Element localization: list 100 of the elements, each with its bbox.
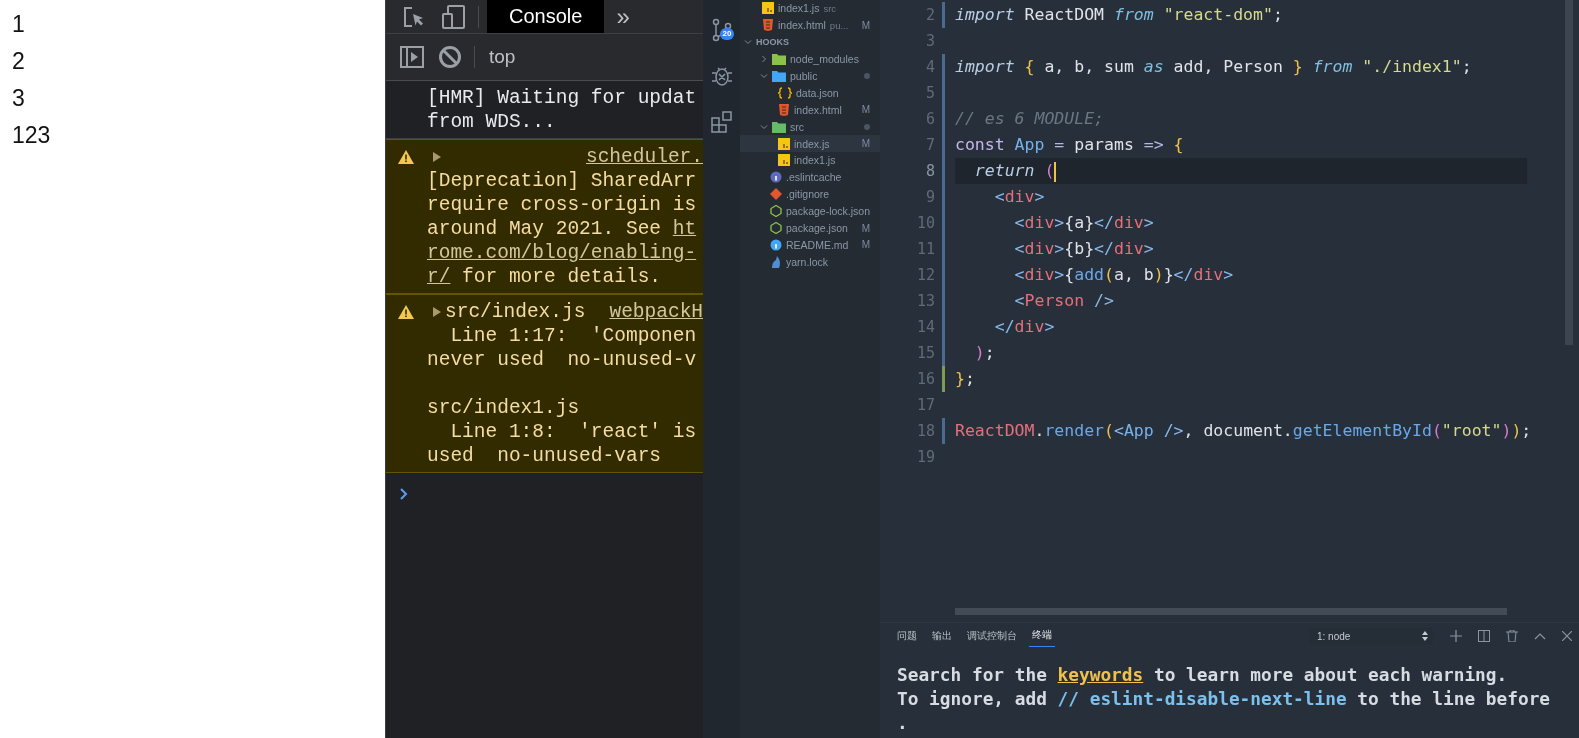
code-token: } xyxy=(1163,265,1174,284)
terminal-select[interactable]: 1: node xyxy=(1309,627,1433,645)
line-number: 8 xyxy=(924,162,935,180)
code-token: const xyxy=(955,135,1005,154)
panel-tab[interactable]: 调试控制台 xyxy=(964,625,1020,647)
line-number: 12 xyxy=(915,266,935,284)
line-number: 15 xyxy=(915,344,935,362)
code-token: import xyxy=(955,5,1015,24)
device-icon[interactable] xyxy=(442,4,466,29)
extensions-icon[interactable] xyxy=(709,110,734,134)
horizontal-scrollbar[interactable] xyxy=(955,608,1507,615)
terminal-text: . xyxy=(897,712,908,733)
code-token: "react-dom" xyxy=(1162,5,1273,24)
split-icon[interactable] xyxy=(1478,630,1490,642)
code-token: > xyxy=(1044,317,1055,336)
file-tree-item[interactable]: yarn.lock xyxy=(740,253,880,271)
code-token: < xyxy=(1013,239,1025,258)
message-text: [Deprecation] SharedArr xyxy=(427,170,697,192)
code-token: "./index1" xyxy=(1361,57,1462,76)
terminal-link[interactable]: keywords xyxy=(1057,664,1144,685)
modified-status: M xyxy=(861,104,870,116)
code-token: > xyxy=(1223,265,1234,284)
source-link[interactable]: scheduler. xyxy=(585,145,703,169)
file-tree-item[interactable]: index.js M xyxy=(740,135,880,152)
code-token: a, b, sum xyxy=(1043,57,1135,76)
expand-triangle-icon[interactable] xyxy=(433,307,441,317)
panel-tab[interactable]: 输出 xyxy=(929,625,955,647)
page-text: 3 xyxy=(12,84,25,113)
close-icon[interactable] xyxy=(1562,631,1572,641)
context-selector[interactable]: top xyxy=(489,46,516,68)
bug-icon[interactable] xyxy=(709,64,734,88)
file-tree-item[interactable]: index.html M xyxy=(740,101,880,119)
console-tab[interactable]: Console xyxy=(487,0,605,33)
info-icon xyxy=(770,238,782,251)
code-token: ) xyxy=(1153,265,1164,284)
code-token: div xyxy=(1024,213,1055,232)
code-token: App xyxy=(1013,135,1045,154)
code-token: </ xyxy=(1173,265,1194,284)
code-token: div xyxy=(1024,265,1055,284)
plus-icon[interactable] xyxy=(1450,630,1462,642)
code-token: } xyxy=(1292,57,1303,76)
file-tree-item[interactable]: package.json M xyxy=(740,219,880,237)
file-tree-item[interactable]: .eslintcache xyxy=(740,168,880,186)
line-number: 13 xyxy=(915,292,935,310)
panel-tab[interactable]: 终端 xyxy=(1029,625,1055,647)
code-token: ) xyxy=(1511,421,1522,440)
chevron-up-icon[interactable] xyxy=(1534,632,1546,640)
panel-tab[interactable]: 问题 xyxy=(894,625,920,647)
file-tree-item[interactable]: index1.js xyxy=(740,152,880,169)
file-tree-item[interactable]: package-lock.json xyxy=(740,202,880,220)
page-text: 2 xyxy=(12,47,25,76)
code-token: getElementById xyxy=(1292,421,1432,440)
code-token: } xyxy=(955,369,965,388)
file-tree-item[interactable]: public xyxy=(740,67,880,85)
expand-triangle-icon[interactable] xyxy=(433,152,441,162)
modified-status: M xyxy=(861,19,870,31)
message-text: Line 1:17: 'Componen xyxy=(449,325,697,347)
code-token: div xyxy=(1014,317,1045,336)
message-text: require cross-origin is xyxy=(427,194,697,216)
folder-hint: pu... xyxy=(829,19,849,31)
file-tree-item[interactable]: src xyxy=(740,118,880,136)
message-link[interactable]: rome.com/blog/enabling- xyxy=(427,242,697,264)
inspect-icon[interactable] xyxy=(402,4,426,29)
file-tree-item[interactable]: data.json xyxy=(740,84,880,102)
message-link[interactable]: r/ xyxy=(427,266,451,288)
warning-icon xyxy=(398,305,414,319)
open-editor-item[interactable]: index.html pu... M xyxy=(740,16,880,34)
message-link[interactable]: ht xyxy=(672,218,697,240)
more-tabs-button[interactable]: » xyxy=(616,2,630,31)
prompt-chevron-icon xyxy=(400,488,408,500)
source-link[interactable]: webpackH xyxy=(609,300,703,324)
code-token: { xyxy=(1023,57,1035,76)
warning-icon xyxy=(398,150,414,164)
code-token: from xyxy=(1311,57,1353,76)
line-number: 19 xyxy=(915,448,935,466)
code-token: App xyxy=(1123,421,1154,440)
line-number: 2 xyxy=(924,6,935,24)
code-token: ReactDOM xyxy=(1023,5,1105,24)
code-token: from xyxy=(1113,5,1154,24)
js-file-icon xyxy=(762,2,774,15)
code-token: < xyxy=(1013,265,1025,284)
message-text: never used no-unused-v xyxy=(427,349,697,371)
code-token: render xyxy=(1044,421,1105,440)
updown-icon xyxy=(1422,631,1428,641)
terminal-text: Search for the xyxy=(897,664,1048,685)
code-token: . xyxy=(1034,421,1045,440)
hexagon-icon xyxy=(770,222,782,234)
folder-icon xyxy=(772,120,786,133)
code-token: ( xyxy=(1431,421,1442,440)
clear-icon[interactable] xyxy=(438,45,462,69)
section-header[interactable]: HOOKS xyxy=(740,33,880,51)
trash-icon[interactable] xyxy=(1506,630,1518,642)
sidebar-icon[interactable] xyxy=(400,46,424,68)
code-token: add, Person xyxy=(1172,57,1284,76)
js-file-icon xyxy=(778,137,790,150)
file-tree-item[interactable]: README.md M xyxy=(740,236,880,254)
file-tree-item[interactable]: .gitignore xyxy=(740,185,880,203)
file-tree-item[interactable]: node_modules xyxy=(740,50,880,68)
code-token: div xyxy=(1004,187,1035,206)
open-editor-item[interactable]: index1.js src xyxy=(740,0,880,17)
